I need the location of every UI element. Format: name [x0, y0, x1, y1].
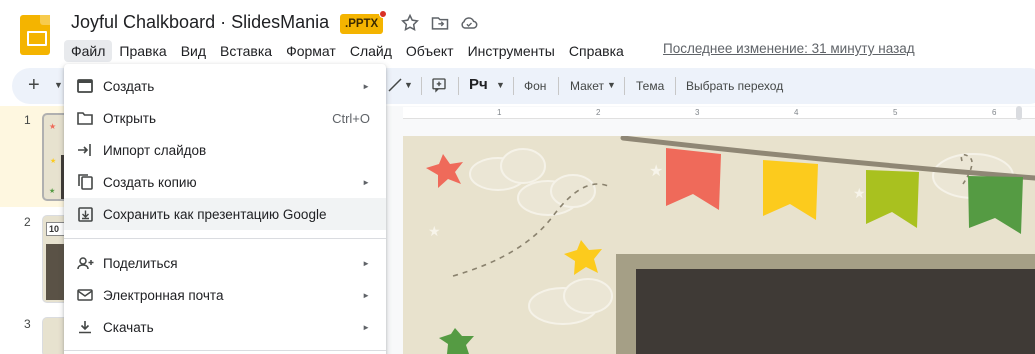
- toolbar-divider: [675, 77, 676, 95]
- submenu-arrow-icon: ►: [362, 177, 370, 187]
- toolbar-divider: [558, 77, 559, 95]
- move-to-folder-icon[interactable]: [430, 13, 450, 33]
- file-menu-open[interactable]: Открыть Ctrl+O: [64, 102, 386, 134]
- file-menu-save-as-google[interactable]: Сохранить как презентацию Google: [64, 198, 386, 230]
- toolbar-divider: [513, 77, 514, 95]
- menu-divider: [64, 238, 386, 239]
- svg-text:★: ★: [49, 187, 55, 195]
- scrollbar-thumb[interactable]: [1016, 106, 1022, 120]
- svg-text:★: ★: [428, 223, 441, 239]
- copy-icon: [76, 173, 94, 191]
- slide-artwork: ★ ★ ★: [426, 136, 1035, 354]
- submenu-arrow-icon: ►: [362, 322, 370, 332]
- submenu-arrow-icon: ►: [362, 290, 370, 300]
- toolbar-divider: [624, 77, 625, 95]
- submenu-arrow-icon: ►: [362, 258, 370, 268]
- file-menu-email[interactable]: Электронная почта ►: [64, 279, 386, 311]
- file-menu-label: Импорт слайдов: [103, 142, 207, 158]
- ruler-tick-label: 6: [992, 108, 997, 117]
- toolbar-divider: [421, 77, 422, 95]
- cloud-status-icon[interactable]: [459, 13, 479, 33]
- file-menu-dropdown: Создать ► Открыть Ctrl+O Импорт слайдов …: [64, 64, 386, 354]
- download-icon: [76, 318, 94, 336]
- header: Joyful Chalkboard · SlidesMania .PPTX Фа…: [0, 0, 1035, 66]
- shortcut-hint: Ctrl+O: [332, 110, 370, 126]
- menu-edit[interactable]: Правка: [112, 40, 173, 62]
- download-box-icon: [76, 205, 94, 223]
- document-title[interactable]: Joyful Chalkboard · SlidesMania: [71, 12, 329, 33]
- menu-divider: [64, 350, 386, 351]
- slides-app: Joyful Chalkboard · SlidesMania .PPTX Фа…: [0, 0, 1035, 354]
- slide-canvas[interactable]: ★ ★ ★: [403, 136, 1035, 354]
- file-menu-download[interactable]: Скачать ►: [64, 311, 386, 343]
- menubar: Файл Правка Вид Вставка Формат Слайд Объ…: [64, 39, 631, 63]
- slides-icon: [76, 77, 94, 95]
- file-menu-share[interactable]: Поделиться ►: [64, 247, 386, 279]
- file-menu-label: Скачать: [103, 319, 154, 335]
- menu-file[interactable]: Файл: [64, 40, 113, 62]
- import-icon: [76, 141, 94, 159]
- ruler-tick-label: 2: [596, 108, 601, 117]
- person-add-icon: [76, 254, 94, 272]
- svg-text:★: ★: [49, 122, 56, 131]
- new-slide-caret-icon[interactable]: ▼: [54, 80, 63, 90]
- file-menu-label: Электронная почта: [103, 287, 224, 303]
- insert-comment-icon[interactable]: [430, 76, 448, 94]
- svg-text:★: ★: [50, 157, 56, 165]
- new-slide-button[interactable]: +: [28, 74, 40, 97]
- file-menu-label: Сохранить как презентацию Google: [103, 206, 327, 222]
- menu-slide[interactable]: Слайд: [343, 40, 399, 62]
- menu-object[interactable]: Объект: [399, 40, 461, 62]
- email-icon: [76, 286, 94, 304]
- star-icon[interactable]: [400, 13, 420, 33]
- format-options-button[interactable]: Рч: [469, 76, 488, 93]
- menu-view[interactable]: Вид: [174, 40, 213, 62]
- line-tool-icon[interactable]: [386, 76, 404, 94]
- menu-insert[interactable]: Вставка: [213, 40, 279, 62]
- ruler-tick-label: 3: [695, 108, 700, 117]
- format-options-caret-icon[interactable]: ▼: [496, 80, 505, 90]
- file-type-label: .PPTX: [345, 18, 379, 30]
- file-menu-label: Поделиться: [103, 255, 178, 271]
- menu-help[interactable]: Справка: [562, 40, 631, 62]
- background-button[interactable]: Фон: [524, 79, 546, 93]
- slides-logo-icon[interactable]: [20, 15, 50, 55]
- menu-tools[interactable]: Инструменты: [461, 40, 562, 62]
- transition-button[interactable]: Выбрать переход: [686, 79, 783, 93]
- file-menu-new[interactable]: Создать ►: [64, 70, 386, 102]
- file-menu-import[interactable]: Импорт слайдов: [64, 134, 386, 166]
- ruler-tick-label: 4: [794, 108, 799, 117]
- slide-number: 1: [24, 113, 31, 127]
- last-edit-link[interactable]: Последнее изменение: 31 минуту назад: [663, 41, 915, 56]
- line-tool-caret-icon[interactable]: ▼: [404, 80, 413, 90]
- badge-dot-icon: [379, 10, 388, 18]
- submenu-arrow-icon: ►: [362, 81, 370, 91]
- file-menu-copy[interactable]: Создать копию ►: [64, 166, 386, 198]
- svg-text:★: ★: [853, 185, 866, 201]
- ruler-tick-label: 1: [497, 108, 502, 117]
- file-type-badge: .PPTX: [340, 10, 388, 34]
- file-menu-label: Создать: [103, 78, 155, 94]
- layout-button[interactable]: Макет: [570, 79, 604, 93]
- file-menu-label: Открыть: [103, 110, 157, 126]
- svg-text:★: ★: [649, 163, 663, 180]
- ruler-tick-label: 5: [893, 108, 898, 117]
- layout-caret-icon[interactable]: ▼: [607, 80, 616, 90]
- theme-button[interactable]: Тема: [636, 79, 664, 93]
- menu-format[interactable]: Формат: [279, 40, 343, 62]
- toolbar-divider: [458, 77, 459, 95]
- slide-number: 3: [24, 317, 31, 331]
- slide-number: 2: [24, 215, 31, 229]
- file-menu-label: Создать копию: [103, 174, 197, 190]
- folder-icon: [76, 109, 94, 127]
